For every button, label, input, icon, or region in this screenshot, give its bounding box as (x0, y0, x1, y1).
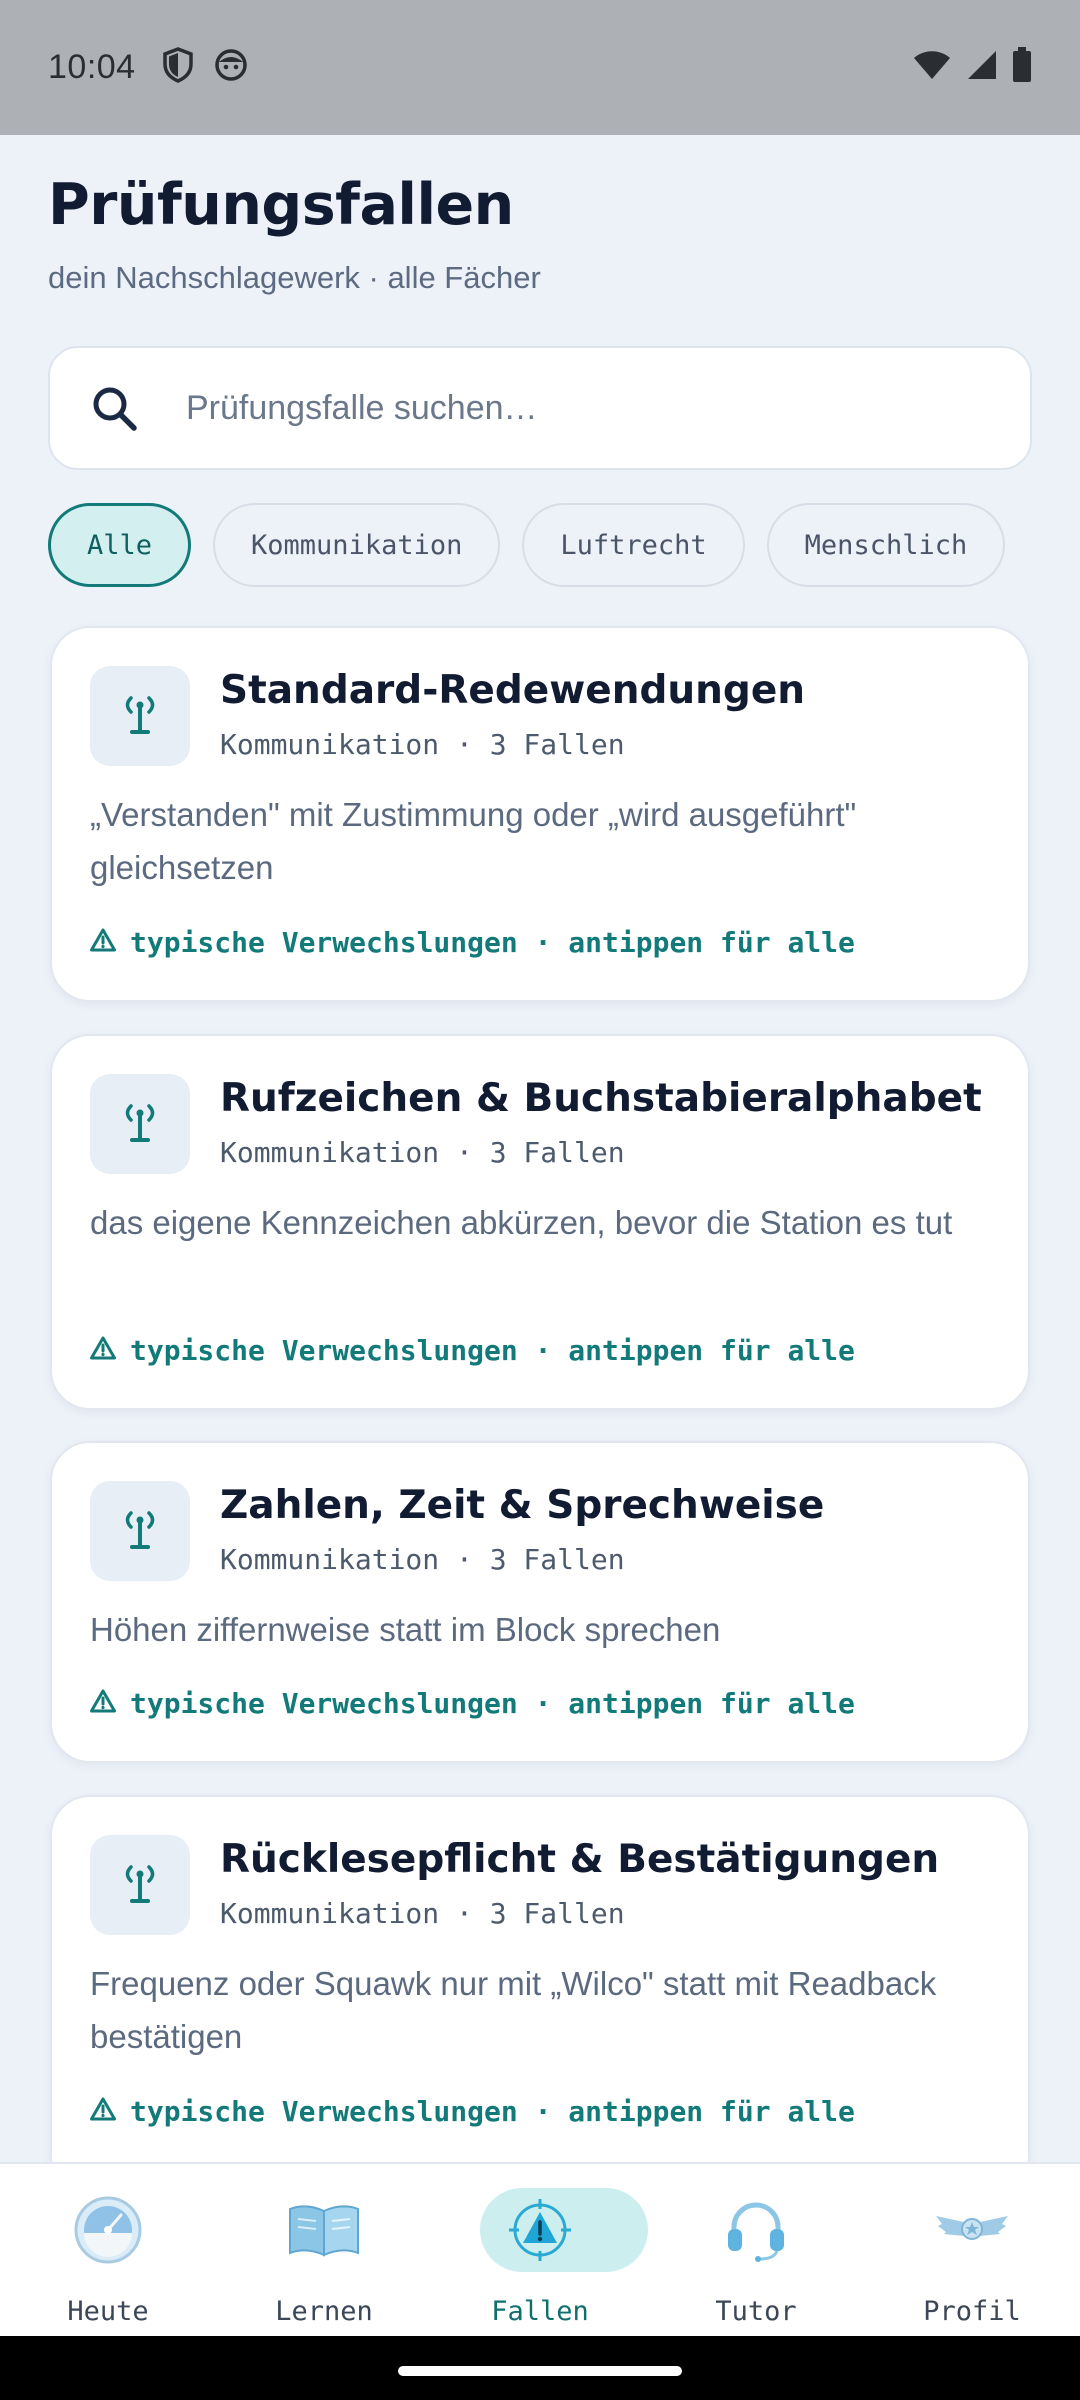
filter-chip-alle[interactable]: Alle (48, 503, 192, 587)
antenna-icon (90, 1835, 190, 1935)
status-bar: 10:04 (0, 0, 1080, 135)
gauge-icon (0, 2190, 216, 2270)
warning-icon (90, 1334, 116, 1367)
nav-item-fallen[interactable]: Fallen (432, 2164, 648, 2338)
antenna-icon (90, 666, 190, 766)
bottom-nav: Heute Lernen Fallen Tutor Profil (0, 2162, 1080, 2336)
card-title: Rufzeichen & Buchstabieralphabet (220, 1076, 982, 1121)
cellular-signal-icon (966, 49, 998, 86)
search-box (48, 346, 1032, 470)
gesture-handle[interactable] (398, 2366, 682, 2376)
search-input[interactable] (186, 348, 1006, 468)
card-description: Frequenz oder Squawk nur mit „Wilco" sta… (90, 1965, 937, 2055)
card-title: Rücklesepflicht & Bestätigungen (220, 1837, 940, 1882)
card-hint: typische Verwechslungen · antippen für a… (90, 1334, 855, 1367)
nav-item-profil[interactable]: Profil (864, 2164, 1080, 2338)
shield-icon (162, 47, 194, 88)
trap-card[interactable]: Rücklesepflicht & Bestätigungen Kommunik… (50, 1795, 1030, 2195)
card-hint: typische Verwechslungen · antippen für a… (90, 926, 855, 959)
nav-label: Profil (923, 2296, 1021, 2327)
headset-icon (648, 2190, 864, 2270)
trap-card[interactable]: Standard-Redewendungen Kommunikation · 3… (50, 626, 1030, 1002)
antenna-icon (90, 1481, 190, 1581)
antenna-icon (90, 1074, 190, 1174)
wifi-icon (912, 49, 952, 86)
pilot-wings-icon (864, 2190, 1080, 2270)
warning-icon (90, 1687, 116, 1720)
search-icon (88, 382, 142, 441)
card-meta: Kommunikation · 3 Fallen (220, 1897, 625, 1930)
card-title: Zahlen, Zeit & Sprechweise (220, 1483, 825, 1528)
filter-chip-luftrecht[interactable]: Luftrecht (522, 503, 745, 587)
page-subtitle: dein Nachschlagewerk · alle Fächer (48, 260, 541, 295)
open-book-icon (216, 2190, 432, 2270)
card-hint-text: typische Verwechslungen · antippen für a… (130, 1334, 855, 1367)
warning-icon (90, 2095, 116, 2128)
card-title: Standard-Redewendungen (220, 668, 806, 713)
card-hint-text: typische Verwechslungen · antippen für a… (130, 926, 855, 959)
trap-card[interactable]: Rufzeichen & Buchstabieralphabet Kommuni… (50, 1034, 1030, 1410)
status-time: 10:04 (48, 48, 136, 86)
card-description: Höhen ziffernweise statt im Block sprech… (90, 1611, 721, 1648)
card-meta: Kommunikation · 3 Fallen (220, 1543, 625, 1576)
nav-label: Tutor (715, 2296, 797, 2327)
warning-target-icon (432, 2190, 648, 2270)
card-hint: typische Verwechslungen · antippen für a… (90, 1687, 855, 1720)
battery-icon (1012, 47, 1032, 88)
card-meta: Kommunikation · 3 Fallen (220, 1136, 625, 1169)
nav-label: Lernen (275, 2296, 373, 2327)
nav-label: Fallen (491, 2296, 589, 2327)
card-hint-text: typische Verwechslungen · antippen für a… (130, 2095, 855, 2128)
system-navigation-bar (0, 2336, 1080, 2400)
nav-item-tutor[interactable]: Tutor (648, 2164, 864, 2338)
card-hint: typische Verwechslungen · antippen für a… (90, 2095, 855, 2128)
nav-item-heute[interactable]: Heute (0, 2164, 216, 2338)
card-description: das eigene Kennzeichen abkürzen, bevor d… (90, 1204, 953, 1241)
card-meta: Kommunikation · 3 Fallen (220, 728, 625, 761)
face-icon (214, 48, 248, 87)
nav-item-lernen[interactable]: Lernen (216, 2164, 432, 2338)
nav-label: Heute (67, 2296, 149, 2327)
warning-icon (90, 926, 116, 959)
card-hint-text: typische Verwechslungen · antippen für a… (130, 1687, 855, 1720)
trap-card[interactable]: Zahlen, Zeit & Sprechweise Kommunikation… (50, 1441, 1030, 1763)
filter-chips: Alle Kommunikation Luftrecht Menschlich (48, 503, 1032, 587)
card-description: „Verstanden" mit Zustimmung oder „wird a… (90, 796, 857, 886)
page-title: Prüfungsfallen (48, 172, 514, 238)
filter-chip-menschlich[interactable]: Menschlich (766, 503, 1006, 587)
filter-chip-kommunikation[interactable]: Kommunikation (213, 503, 501, 587)
